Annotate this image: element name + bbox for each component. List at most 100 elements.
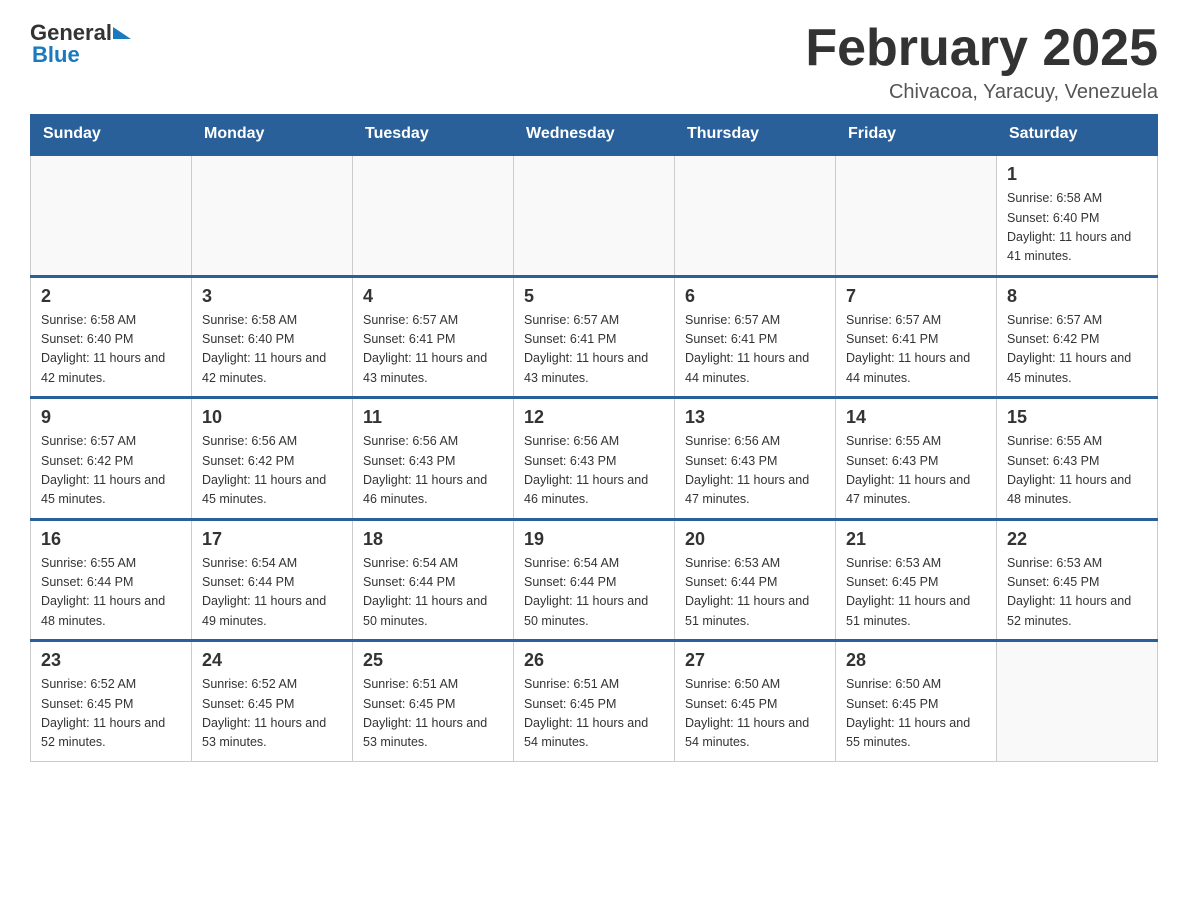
day-detail: Sunrise: 6:52 AM Sunset: 6:45 PM Dayligh… <box>41 675 181 753</box>
calendar-cell: 5 Sunrise: 6:57 AM Sunset: 6:41 PM Daylig… <box>514 276 675 398</box>
day-number: 25 <box>363 650 503 671</box>
title-area: February 2025 Chivacoa, Yaracuy, Venezue… <box>805 20 1158 104</box>
day-number: 24 <box>202 650 342 671</box>
day-detail: Sunrise: 6:57 AM Sunset: 6:42 PM Dayligh… <box>41 432 181 510</box>
day-detail: Sunrise: 6:58 AM Sunset: 6:40 PM Dayligh… <box>41 311 181 389</box>
day-number: 15 <box>1007 407 1147 428</box>
logo: General Blue <box>30 20 128 68</box>
day-detail: Sunrise: 6:54 AM Sunset: 6:44 PM Dayligh… <box>202 554 342 632</box>
calendar-cell: 6 Sunrise: 6:57 AM Sunset: 6:41 PM Daylig… <box>675 276 836 398</box>
header-day-tuesday: Tuesday <box>353 115 514 155</box>
calendar-cell <box>514 155 675 277</box>
calendar-header: SundayMondayTuesdayWednesdayThursdayFrid… <box>31 115 1158 155</box>
day-number: 12 <box>524 407 664 428</box>
calendar-cell: 3 Sunrise: 6:58 AM Sunset: 6:40 PM Daylig… <box>192 276 353 398</box>
day-number: 13 <box>685 407 825 428</box>
day-detail: Sunrise: 6:51 AM Sunset: 6:45 PM Dayligh… <box>524 675 664 753</box>
calendar-cell <box>675 155 836 277</box>
day-detail: Sunrise: 6:57 AM Sunset: 6:41 PM Dayligh… <box>846 311 986 389</box>
day-detail: Sunrise: 6:54 AM Sunset: 6:44 PM Dayligh… <box>363 554 503 632</box>
day-detail: Sunrise: 6:56 AM Sunset: 6:43 PM Dayligh… <box>363 432 503 510</box>
day-number: 20 <box>685 529 825 550</box>
day-number: 26 <box>524 650 664 671</box>
day-detail: Sunrise: 6:58 AM Sunset: 6:40 PM Dayligh… <box>1007 189 1147 267</box>
logo-arrow-icon <box>113 27 131 39</box>
day-number: 23 <box>41 650 181 671</box>
calendar-cell: 18Sunrise: 6:54 AM Sunset: 6:44 PM Dayli… <box>353 519 514 641</box>
day-detail: Sunrise: 6:55 AM Sunset: 6:43 PM Dayligh… <box>1007 432 1147 510</box>
calendar-cell <box>836 155 997 277</box>
calendar-body: 1 Sunrise: 6:58 AM Sunset: 6:40 PM Daylig… <box>31 155 1158 762</box>
calendar-header-row: SundayMondayTuesdayWednesdayThursdayFrid… <box>31 115 1158 155</box>
day-detail: Sunrise: 6:58 AM Sunset: 6:40 PM Dayligh… <box>202 311 342 389</box>
day-number: 28 <box>846 650 986 671</box>
header-day-wednesday: Wednesday <box>514 115 675 155</box>
header-day-saturday: Saturday <box>997 115 1158 155</box>
day-number: 4 <box>363 286 503 307</box>
calendar-cell: 2Sunrise: 6:58 AM Sunset: 6:40 PM Daylig… <box>31 276 192 398</box>
calendar-cell: 24Sunrise: 6:52 AM Sunset: 6:45 PM Dayli… <box>192 641 353 762</box>
day-detail: Sunrise: 6:54 AM Sunset: 6:44 PM Dayligh… <box>524 554 664 632</box>
day-detail: Sunrise: 6:53 AM Sunset: 6:45 PM Dayligh… <box>846 554 986 632</box>
logo-blue-text: Blue <box>30 42 80 68</box>
location-title: Chivacoa, Yaracuy, Venezuela <box>805 81 1158 104</box>
day-detail: Sunrise: 6:55 AM Sunset: 6:43 PM Dayligh… <box>846 432 986 510</box>
calendar-cell: 25 Sunrise: 6:51 AM Sunset: 6:45 PM Dayli… <box>353 641 514 762</box>
day-number: 8 <box>1007 286 1147 307</box>
calendar-week-1: 1 Sunrise: 6:58 AM Sunset: 6:40 PM Daylig… <box>31 155 1158 277</box>
day-number: 5 <box>524 286 664 307</box>
day-number: 17 <box>202 529 342 550</box>
calendar-week-4: 16 Sunrise: 6:55 AM Sunset: 6:44 PM Dayli… <box>31 519 1158 641</box>
day-detail: Sunrise: 6:56 AM Sunset: 6:43 PM Dayligh… <box>524 432 664 510</box>
day-detail: Sunrise: 6:57 AM Sunset: 6:41 PM Dayligh… <box>685 311 825 389</box>
calendar-cell: 22Sunrise: 6:53 AM Sunset: 6:45 PM Dayli… <box>997 519 1158 641</box>
day-number: 16 <box>41 529 181 550</box>
header-day-friday: Friday <box>836 115 997 155</box>
calendar-cell <box>31 155 192 277</box>
day-detail: Sunrise: 6:57 AM Sunset: 6:41 PM Dayligh… <box>363 311 503 389</box>
page-header: General Blue February 2025 Chivacoa, Yar… <box>30 20 1158 104</box>
calendar-cell: 19 Sunrise: 6:54 AM Sunset: 6:44 PM Dayli… <box>514 519 675 641</box>
day-number: 19 <box>524 529 664 550</box>
calendar-cell: 7 Sunrise: 6:57 AM Sunset: 6:41 PM Daylig… <box>836 276 997 398</box>
calendar-cell: 26 Sunrise: 6:51 AM Sunset: 6:45 PM Dayli… <box>514 641 675 762</box>
calendar-cell: 17 Sunrise: 6:54 AM Sunset: 6:44 PM Dayli… <box>192 519 353 641</box>
day-detail: Sunrise: 6:51 AM Sunset: 6:45 PM Dayligh… <box>363 675 503 753</box>
calendar-cell: 9 Sunrise: 6:57 AM Sunset: 6:42 PM Daylig… <box>31 398 192 520</box>
day-detail: Sunrise: 6:57 AM Sunset: 6:41 PM Dayligh… <box>524 311 664 389</box>
header-day-sunday: Sunday <box>31 115 192 155</box>
calendar-cell: 1 Sunrise: 6:58 AM Sunset: 6:40 PM Daylig… <box>997 155 1158 277</box>
calendar-table: SundayMondayTuesdayWednesdayThursdayFrid… <box>30 114 1158 762</box>
day-detail: Sunrise: 6:50 AM Sunset: 6:45 PM Dayligh… <box>846 675 986 753</box>
day-number: 27 <box>685 650 825 671</box>
calendar-cell: 10Sunrise: 6:56 AM Sunset: 6:42 PM Dayli… <box>192 398 353 520</box>
day-detail: Sunrise: 6:50 AM Sunset: 6:45 PM Dayligh… <box>685 675 825 753</box>
calendar-cell: 16 Sunrise: 6:55 AM Sunset: 6:44 PM Dayli… <box>31 519 192 641</box>
calendar-cell: 27 Sunrise: 6:50 AM Sunset: 6:45 PM Dayli… <box>675 641 836 762</box>
month-title: February 2025 <box>805 20 1158 77</box>
calendar-week-3: 9 Sunrise: 6:57 AM Sunset: 6:42 PM Daylig… <box>31 398 1158 520</box>
day-detail: Sunrise: 6:55 AM Sunset: 6:44 PM Dayligh… <box>41 554 181 632</box>
header-day-thursday: Thursday <box>675 115 836 155</box>
day-number: 7 <box>846 286 986 307</box>
calendar-cell: 14 Sunrise: 6:55 AM Sunset: 6:43 PM Dayli… <box>836 398 997 520</box>
calendar-cell <box>192 155 353 277</box>
calendar-cell: 8 Sunrise: 6:57 AM Sunset: 6:42 PM Daylig… <box>997 276 1158 398</box>
day-number: 11 <box>363 407 503 428</box>
day-number: 14 <box>846 407 986 428</box>
day-detail: Sunrise: 6:57 AM Sunset: 6:42 PM Dayligh… <box>1007 311 1147 389</box>
day-number: 21 <box>846 529 986 550</box>
calendar-week-2: 2Sunrise: 6:58 AM Sunset: 6:40 PM Daylig… <box>31 276 1158 398</box>
day-detail: Sunrise: 6:56 AM Sunset: 6:43 PM Dayligh… <box>685 432 825 510</box>
calendar-cell: 28 Sunrise: 6:50 AM Sunset: 6:45 PM Dayli… <box>836 641 997 762</box>
calendar-cell: 20 Sunrise: 6:53 AM Sunset: 6:44 PM Dayli… <box>675 519 836 641</box>
day-number: 1 <box>1007 164 1147 185</box>
day-number: 3 <box>202 286 342 307</box>
day-number: 6 <box>685 286 825 307</box>
day-detail: Sunrise: 6:53 AM Sunset: 6:44 PM Dayligh… <box>685 554 825 632</box>
calendar-cell: 4 Sunrise: 6:57 AM Sunset: 6:41 PM Daylig… <box>353 276 514 398</box>
day-number: 9 <box>41 407 181 428</box>
header-day-monday: Monday <box>192 115 353 155</box>
calendar-cell <box>997 641 1158 762</box>
calendar-cell: 21 Sunrise: 6:53 AM Sunset: 6:45 PM Dayli… <box>836 519 997 641</box>
